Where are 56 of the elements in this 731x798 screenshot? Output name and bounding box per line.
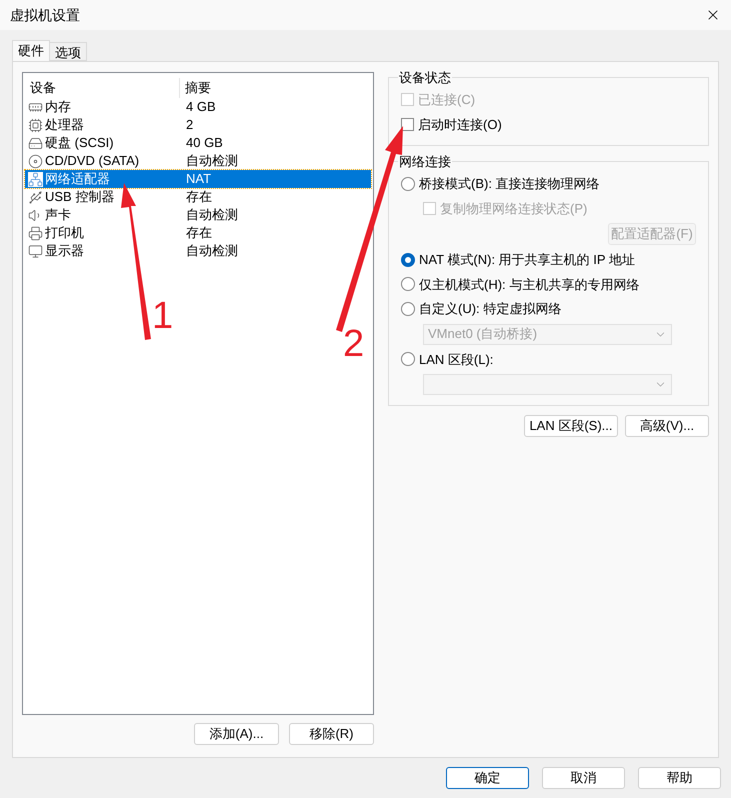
checkbox[interactable]: 启动时连接(O) — [401, 115, 502, 134]
table-cell-text: 打印机 — [45, 224, 84, 242]
table-cell-text: 显示器 — [45, 242, 84, 260]
button[interactable]: 帮助 — [638, 767, 721, 789]
list-row[interactable]: 网络适配器 NAT — [25, 170, 371, 188]
table-cell-text: 自动检测 — [185, 152, 238, 170]
table-cell-text: 存在 — [185, 224, 212, 242]
list-row[interactable]: 内存 4 GB — [25, 98, 371, 116]
tab[interactable]: 选项 — [50, 42, 87, 61]
disc-icon — [28, 154, 43, 168]
radio-button[interactable]: LAN 区段(L): — [401, 350, 494, 369]
list-row[interactable]: CD/DVD (SATA) 自动检测 — [25, 152, 371, 170]
chip-icon — [28, 118, 43, 132]
usb-icon — [28, 190, 43, 204]
table-cell-text: NAT — [185, 170, 212, 188]
monitor-icon — [28, 244, 43, 258]
list-row[interactable]: 打印机 存在 — [25, 224, 371, 242]
radio-button[interactable]: 自定义(U): 特定虚拟网络 — [401, 299, 562, 318]
list-row[interactable]: 处理器 2 — [25, 116, 371, 134]
table-cell-text: 40 GB — [185, 134, 223, 152]
table-cell-text: CD/DVD (SATA) — [45, 152, 140, 170]
table-cell-text: 自动检测 — [185, 242, 238, 260]
button[interactable]: 确定 — [446, 767, 529, 789]
table-cell-text: 网络适配器 — [45, 170, 110, 188]
button[interactable]: 移除(R) — [289, 723, 374, 745]
list-row[interactable]: 硬盘 (SCSI) 40 GB — [25, 134, 371, 152]
list-row[interactable]: 声卡 自动检测 — [25, 206, 371, 224]
table-cell-text: 自动检测 — [185, 206, 238, 224]
list-row[interactable]: USB 控制器 存在 — [25, 188, 371, 206]
printer-icon — [28, 226, 43, 240]
window-title: 虚拟机设置 — [10, 6, 80, 24]
radio-button[interactable]: NAT 模式(N): 用于共享主机的 IP 地址 — [401, 250, 635, 270]
radio-button[interactable]: 仅主机模式(H): 与主机共享的专用网络 — [401, 274, 640, 294]
table-cell-text: 硬盘 (SCSI) — [45, 134, 114, 152]
button[interactable]: 高级(V)... — [625, 415, 709, 437]
radio-button[interactable]: 桥接模式(B): 直接连接物理网络 — [401, 174, 600, 194]
table-cell-text: USB 控制器 — [45, 188, 114, 206]
button[interactable]: 取消 — [542, 767, 625, 789]
table-cell-text: 处理器 — [45, 116, 84, 134]
drive-icon — [28, 136, 43, 150]
button[interactable]: LAN 区段(S)... — [524, 415, 618, 437]
table-cell-text: 存在 — [185, 188, 212, 206]
tab[interactable]: 硬件 — [12, 40, 50, 61]
network-icon — [28, 172, 43, 186]
table-cell-text: 4 GB — [185, 98, 216, 116]
table-cell-text: 2 — [185, 116, 194, 134]
list-row[interactable]: 显示器 自动检测 — [25, 242, 371, 260]
group-title: 网络连接 — [398, 152, 452, 170]
table-cell-text: 声卡 — [45, 206, 71, 224]
annotation-number: 1 — [152, 297, 174, 335]
table-cell-text: 内存 — [45, 98, 71, 116]
group-title: 设备状态 — [398, 69, 452, 87]
annotation-number: 2 — [343, 325, 364, 363]
button[interactable]: 添加(A)... — [194, 723, 279, 745]
column-header[interactable]: 摘要 — [180, 78, 216, 98]
column-header[interactable]: 设备 — [25, 78, 180, 98]
